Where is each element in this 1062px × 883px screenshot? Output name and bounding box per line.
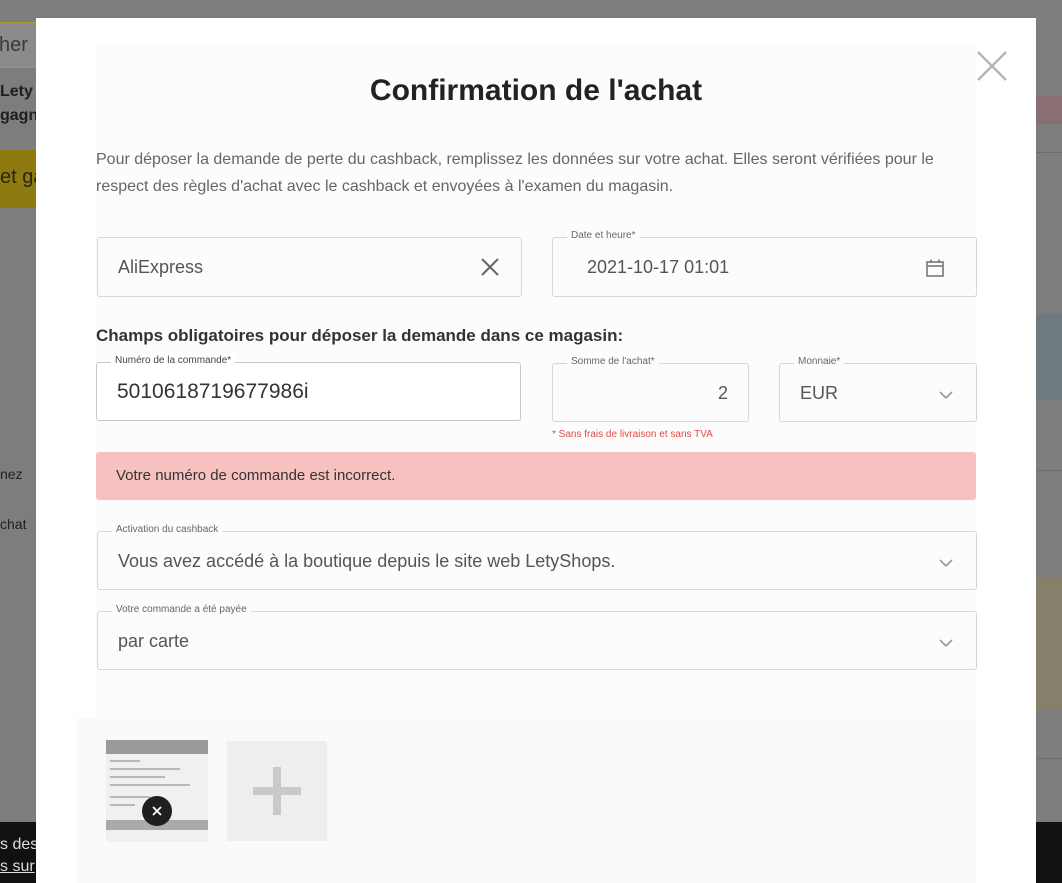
background-side-text-2: chat (0, 516, 27, 532)
background-cta-button[interactable]: et ga (0, 150, 40, 208)
receipt-upload-area (76, 718, 976, 883)
calendar-icon (926, 259, 944, 277)
plus-icon (253, 767, 301, 815)
store-value: AliExpress (118, 257, 204, 277)
date-time-label: Date et heure* (567, 230, 640, 241)
cashback-activation-label: Activation du cashback (112, 524, 223, 535)
currency-label: Monnaie* (794, 356, 845, 367)
background-blue-panel (1036, 314, 1062, 400)
background-side-text-1: nez (0, 466, 23, 482)
purchase-amount-field[interactable]: Somme de l'achat* 2 (552, 356, 749, 422)
thumbnail-line (110, 776, 165, 778)
chevron-down-icon (938, 635, 954, 653)
payment-method-value: par carte (118, 631, 190, 651)
background-pink-banner (1036, 96, 1062, 124)
currency-select[interactable]: Monnaie* EUR (779, 356, 977, 422)
purchase-amount-value: 2 (717, 383, 728, 403)
date-time-field[interactable]: Date et heure* 2021-10-17 01:01 (552, 230, 977, 297)
chevron-down-icon (938, 555, 954, 573)
store-field[interactable]: AliExpress (97, 237, 522, 297)
amount-hint: * Sans frais de livraison et sans TVA (552, 429, 713, 440)
modal-description: Pour déposer la demande de perte du cash… (96, 151, 934, 195)
currency-value: EUR (800, 383, 839, 403)
purchase-confirmation-modal: Confirmation de l'achat Pour déposer la … (36, 18, 1036, 883)
clear-icon (481, 258, 499, 276)
background-search-text: her (0, 34, 28, 56)
chevron-down-icon (938, 387, 954, 405)
thumbnail-line (110, 784, 190, 786)
cashback-activation-value: Vous avez accédé à la boutique depuis le… (118, 551, 616, 571)
background-heading-line2: gagn (0, 107, 39, 124)
thumbnail-line (110, 760, 140, 762)
payment-method-select[interactable]: Votre commande a été payée par carte (97, 604, 977, 670)
background-heading-line1: Lety (0, 83, 33, 100)
error-message: Votre numéro de commande est incorrect. (116, 467, 396, 484)
modal-title: Confirmation de l'achat (369, 74, 703, 107)
remove-file-button[interactable] (142, 796, 172, 826)
thumbnail-line (110, 804, 135, 806)
order-number-label: Numéro de la commande* (111, 355, 236, 366)
order-number-field[interactable]: Numéro de la commande* 5010618719677986i (96, 355, 521, 421)
purchase-amount-label: Somme de l'achat* (567, 356, 659, 367)
cookie-bar-text: s des (0, 836, 39, 853)
receipt-thumbnail[interactable] (106, 740, 208, 842)
cashback-activation-select[interactable]: Activation du cashback Vous avez accédé … (97, 524, 977, 590)
cookie-bar-link[interactable]: s sur (0, 858, 35, 876)
calendar-button[interactable] (925, 258, 945, 283)
background-yellow-panel (1036, 578, 1062, 710)
background-divider (1036, 152, 1062, 153)
close-icon (152, 806, 162, 816)
background-heading: Lety gagn (0, 80, 38, 128)
error-message-box: Votre numéro de commande est incorrect. (96, 452, 976, 500)
payment-method-label: Votre commande a été payée (112, 604, 251, 615)
add-file-button[interactable] (227, 741, 327, 841)
background-divider (1036, 758, 1062, 759)
required-fields-heading: Champs obligatoires pour déposer la dema… (96, 326, 624, 345)
clear-store-button[interactable] (480, 257, 500, 282)
date-time-value: 2021-10-17 01:01 (587, 257, 730, 277)
background-cta-label: et ga (0, 166, 40, 188)
order-number-value: 5010618719677986i (117, 380, 309, 403)
thumbnail-line (110, 768, 180, 770)
background-divider (1036, 470, 1062, 471)
thumbnail-header (106, 740, 208, 754)
